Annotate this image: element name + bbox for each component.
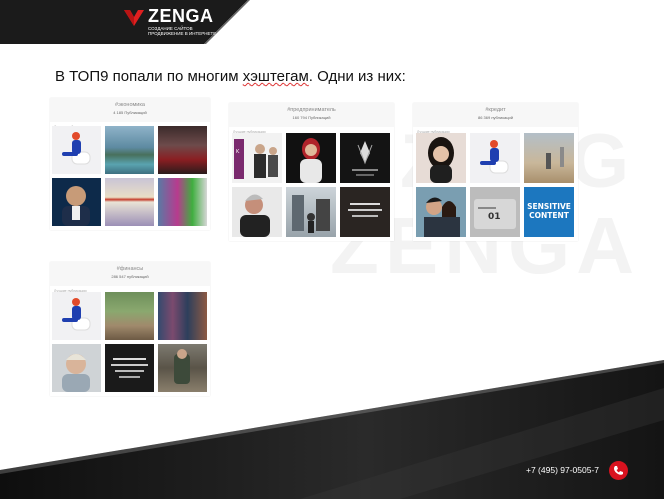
panel-post-count: 286 547 публикаций bbox=[111, 274, 149, 279]
panel-hashtag[interactable]: #финансы bbox=[50, 266, 210, 272]
post-thumbnail[interactable] bbox=[158, 178, 207, 226]
post-thumbnail[interactable] bbox=[105, 126, 154, 174]
phone-icon bbox=[614, 466, 623, 475]
brand-name[interactable]: ZENGA bbox=[148, 6, 214, 27]
page-headline: В ТОП9 попали по многим хэштегам. Одни и… bbox=[55, 68, 406, 85]
post-thumbnail[interactable] bbox=[524, 133, 574, 183]
post-thumbnail[interactable] bbox=[52, 126, 101, 174]
post-thumbnail[interactable] bbox=[286, 133, 336, 183]
brand-tagline: СОЗДАНИЕ САЙТОВ ПРОДВИЖЕНИЕ В ИНТЕРНЕТЕ bbox=[148, 26, 217, 36]
hashtag-panel-economy: #экономика 4 185 Публикаций Лучшие публи… bbox=[50, 98, 210, 230]
contact-phone[interactable]: +7 (495) 97-0505-7 bbox=[526, 465, 599, 475]
headline-underlined: хэштегам bbox=[242, 68, 309, 85]
post-thumbnail[interactable] bbox=[416, 187, 466, 237]
card-digits: 01 bbox=[488, 212, 501, 222]
panel-hashtag[interactable]: #экономика bbox=[50, 102, 210, 108]
post-thumbnail[interactable] bbox=[340, 187, 390, 237]
post-thumbnail[interactable] bbox=[52, 292, 101, 340]
post-thumbnail[interactable] bbox=[105, 292, 154, 340]
post-thumbnail[interactable]: K bbox=[232, 133, 282, 183]
sensitive-content-text: SENSITIVE CONTENT bbox=[527, 202, 571, 220]
post-thumbnail[interactable] bbox=[340, 133, 390, 183]
post-thumbnail[interactable] bbox=[232, 187, 282, 237]
hashtag-panel-finance: #финансы 286 547 публикаций Лучшие публи… bbox=[50, 262, 210, 396]
post-thumbnail[interactable] bbox=[158, 292, 207, 340]
zenga-logo-icon bbox=[124, 10, 144, 26]
call-button[interactable] bbox=[609, 461, 628, 480]
panel-post-count: 86 369 публикаций bbox=[477, 115, 514, 120]
post-thumbnail[interactable] bbox=[470, 133, 520, 183]
post-thumbnail[interactable] bbox=[52, 344, 101, 392]
post-thumbnail[interactable] bbox=[105, 178, 154, 226]
headline-part2: . Одни из них: bbox=[308, 68, 406, 85]
hashtag-panel-credit: #кредит 86 369 публикаций Лучшие публика… bbox=[413, 103, 578, 241]
hashtag-panel-entrepreneur: #предприниматель 160 794 Публикаций Лучш… bbox=[229, 103, 394, 241]
post-thumbnail[interactable] bbox=[286, 187, 336, 237]
post-thumbnail[interactable] bbox=[52, 178, 101, 226]
post-thumbnail[interactable] bbox=[416, 133, 466, 183]
panel-hashtag[interactable]: #кредит bbox=[413, 107, 578, 113]
post-thumbnail[interactable]: 01 bbox=[470, 187, 520, 237]
panel-post-count: 160 794 Публикаций bbox=[292, 115, 331, 120]
post-thumbnail[interactable] bbox=[105, 344, 154, 392]
post-thumbnail[interactable] bbox=[158, 126, 207, 174]
panel-post-count: 4 185 Публикаций bbox=[113, 110, 147, 115]
headline-part1: В ТОП9 попали по многим bbox=[55, 68, 243, 85]
sensitive-content-thumbnail[interactable]: SENSITIVE CONTENT bbox=[524, 187, 574, 237]
post-thumbnail[interactable] bbox=[158, 344, 207, 392]
panel-hashtag[interactable]: #предприниматель bbox=[229, 107, 394, 113]
